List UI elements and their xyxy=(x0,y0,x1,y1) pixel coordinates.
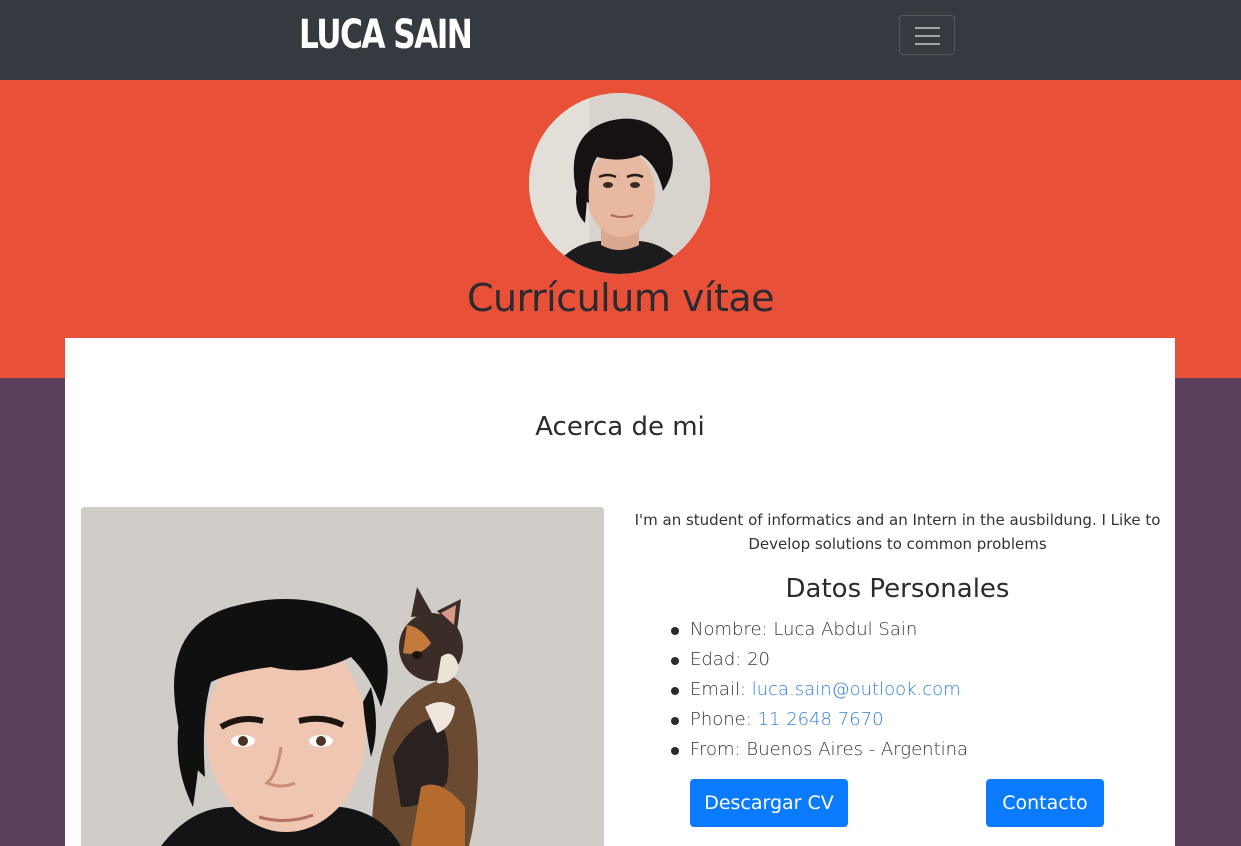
phone-label: Phone: xyxy=(690,709,752,730)
from-value: Buenos Aires - Argentina xyxy=(746,739,969,760)
email-link[interactable]: luca.sain@outlook.com xyxy=(752,679,961,700)
name-label: Nombre: xyxy=(690,619,768,640)
from-label: From: xyxy=(690,739,741,760)
hamburger-menu-icon-bar xyxy=(915,35,940,37)
name-value: Luca Abdul Sain xyxy=(773,619,918,640)
personal-data-title: Datos Personales xyxy=(785,574,1010,604)
hamburger-menu-icon-bar xyxy=(915,43,940,45)
download-cv-button[interactable]: Descargar CV xyxy=(690,779,848,827)
bullet-icon xyxy=(671,627,679,635)
navbar-toggler-button[interactable] xyxy=(899,15,955,55)
personal-data-list: Nombre: Luca Abdul Sain Edad: 20 Email: … xyxy=(670,617,968,767)
avatar xyxy=(529,93,710,274)
phone-link[interactable]: 11 2648 7670 xyxy=(758,709,884,730)
age-label: Edad: xyxy=(690,649,742,670)
bullet-icon xyxy=(671,747,679,755)
list-item-phone: Phone: 11 2648 7670 xyxy=(670,707,968,737)
contact-button[interactable]: Contacto xyxy=(986,779,1104,827)
about-intro-text: I'm an student of informatics and an Int… xyxy=(634,511,1161,553)
age-value: 20 xyxy=(747,649,770,670)
page-title: Currículum vítae xyxy=(466,276,775,320)
bullet-icon xyxy=(671,687,679,695)
brand-logo[interactable]: LUCA SAIN xyxy=(299,10,473,60)
email-label: Email: xyxy=(690,679,747,700)
hamburger-menu-icon xyxy=(915,27,940,29)
list-item-name: Nombre: Luca Abdul Sain xyxy=(670,617,968,647)
list-item-from: From: Buenos Aires - Argentina xyxy=(670,737,968,767)
navbar: LUCA SAIN xyxy=(0,0,1241,80)
bullet-icon xyxy=(671,717,679,725)
bullet-icon xyxy=(671,657,679,665)
list-item-email: Email: luca.sain@outlook.com xyxy=(670,677,968,707)
profile-photo xyxy=(81,507,604,846)
about-title: Acerca de mi xyxy=(535,412,705,442)
list-item-age: Edad: 20 xyxy=(670,647,968,677)
